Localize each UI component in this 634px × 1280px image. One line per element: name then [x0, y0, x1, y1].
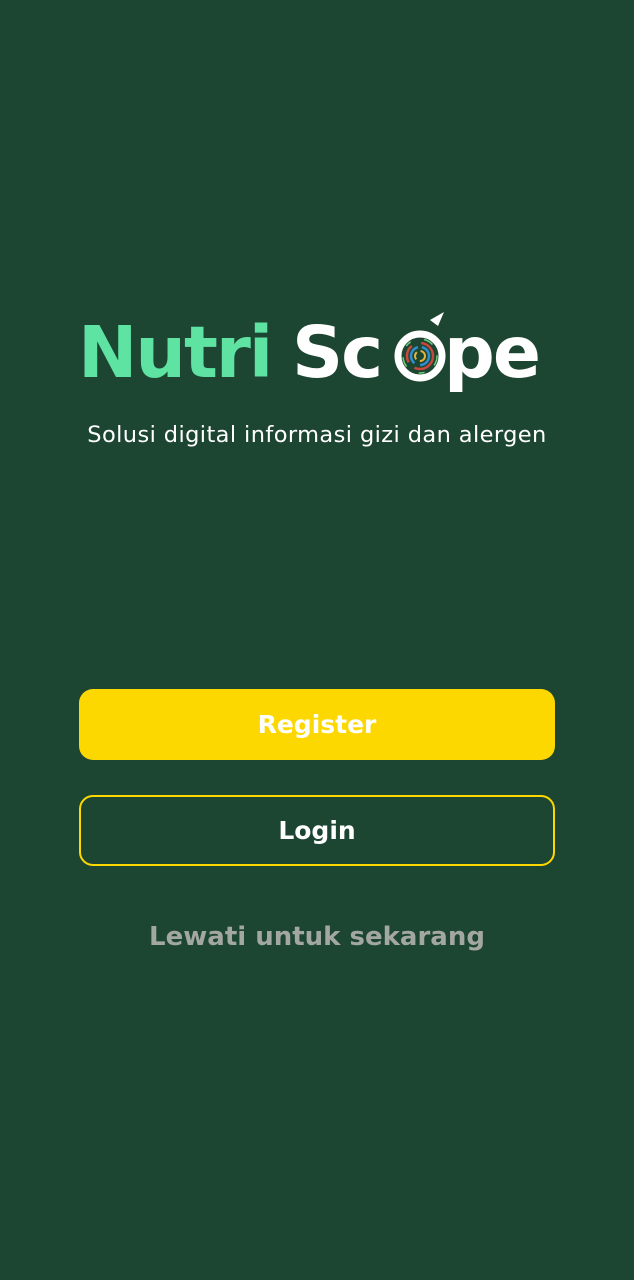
logo-text-sc: Sc — [292, 311, 381, 394]
login-button-label: Login — [278, 816, 356, 845]
register-button-label: Register — [257, 710, 377, 739]
logo-text-pe: pe — [444, 311, 539, 394]
logo-text-nutri: Nutri — [78, 311, 271, 394]
tagline: Solusi digital informasi gizi dan alerge… — [87, 422, 547, 448]
skip-for-now-link[interactable]: Lewati untuk sekarang — [0, 918, 634, 956]
welcome-screen: Nutri Sc pe Solusi digital informasi giz… — [0, 0, 634, 1280]
skip-link-label: Lewati untuk sekarang — [149, 922, 485, 952]
register-button[interactable]: Register — [79, 689, 555, 760]
scope-lens-icon — [394, 312, 446, 382]
login-button[interactable]: Login — [79, 795, 555, 866]
app-logo: Nutri Sc pe — [78, 300, 558, 400]
